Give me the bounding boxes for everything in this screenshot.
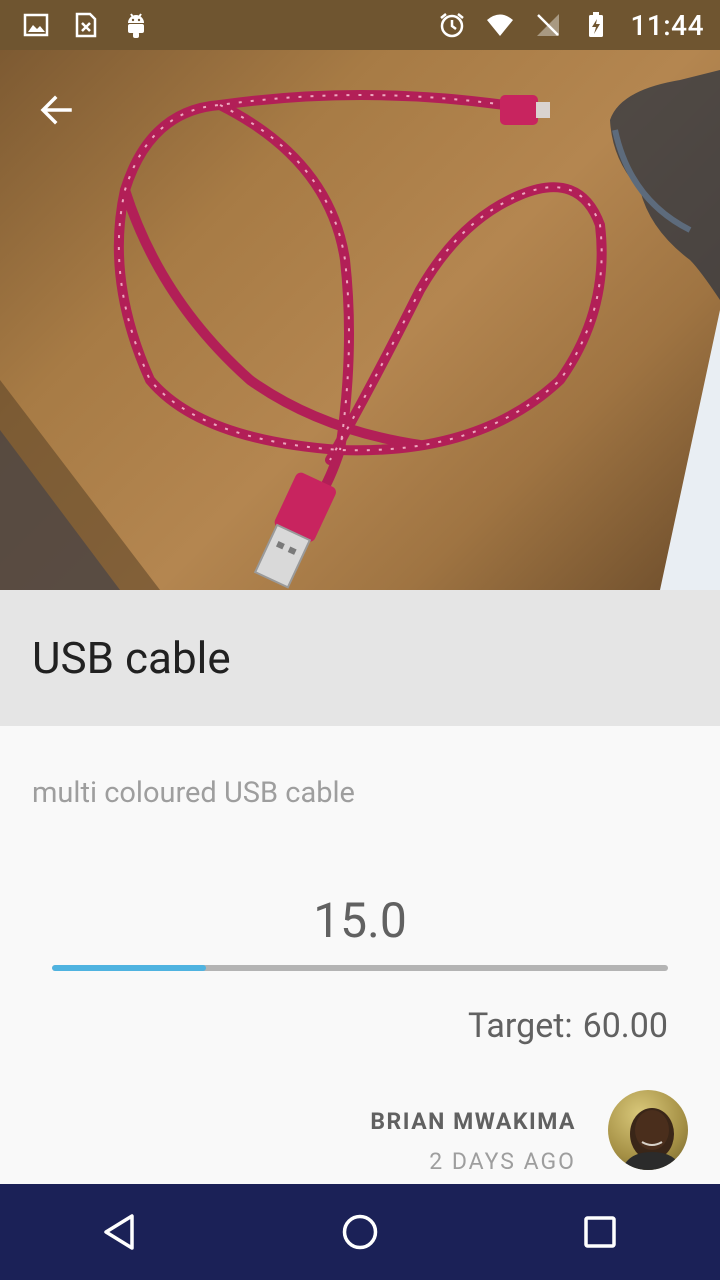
- arrow-back-icon: [40, 95, 72, 125]
- item-description: multi coloured USB cable: [32, 776, 355, 810]
- status-time: 11:44: [630, 8, 704, 42]
- sim-card-icon: [75, 12, 97, 38]
- title-band: USB cable: [0, 590, 720, 726]
- status-right-icons: 11:44: [438, 9, 704, 42]
- target-value: 60.00: [582, 1006, 668, 1046]
- usb-cable-photo: [0, 70, 720, 590]
- target-text: Target: 60.00: [468, 1006, 668, 1046]
- author-name[interactable]: BRIAN MWAKIMA: [370, 1108, 576, 1135]
- raised-amount: 15.0: [313, 892, 407, 949]
- post-time: 2 DAYS AGO: [429, 1148, 576, 1175]
- nav-back-icon: [104, 1214, 134, 1250]
- author-photo: [622, 1108, 682, 1170]
- item-title: USB cable: [32, 632, 231, 684]
- image-icon: [23, 13, 49, 37]
- nav-recents-icon: [584, 1216, 616, 1248]
- nav-home-icon: [342, 1214, 378, 1250]
- wifi-icon: [487, 14, 514, 36]
- target-label: Target:: [468, 1006, 573, 1046]
- android-icon: [128, 13, 144, 38]
- nav-recents-button[interactable]: [550, 1192, 650, 1272]
- progress-fill: [52, 965, 206, 971]
- nav-back-button[interactable]: [70, 1192, 170, 1272]
- battery-charging-icon: [589, 12, 604, 37]
- no-signal-icon: [537, 14, 560, 36]
- nav-home-button[interactable]: [310, 1192, 410, 1272]
- avatar[interactable]: [608, 1090, 688, 1170]
- back-button[interactable]: [24, 78, 88, 142]
- item-photo: [0, 50, 720, 590]
- system-nav-bar: [0, 1184, 720, 1280]
- status-bar: 11:44: [0, 0, 720, 50]
- alarm-icon: [440, 13, 465, 38]
- status-left-icons: [22, 11, 150, 39]
- progress-bar: [52, 965, 668, 971]
